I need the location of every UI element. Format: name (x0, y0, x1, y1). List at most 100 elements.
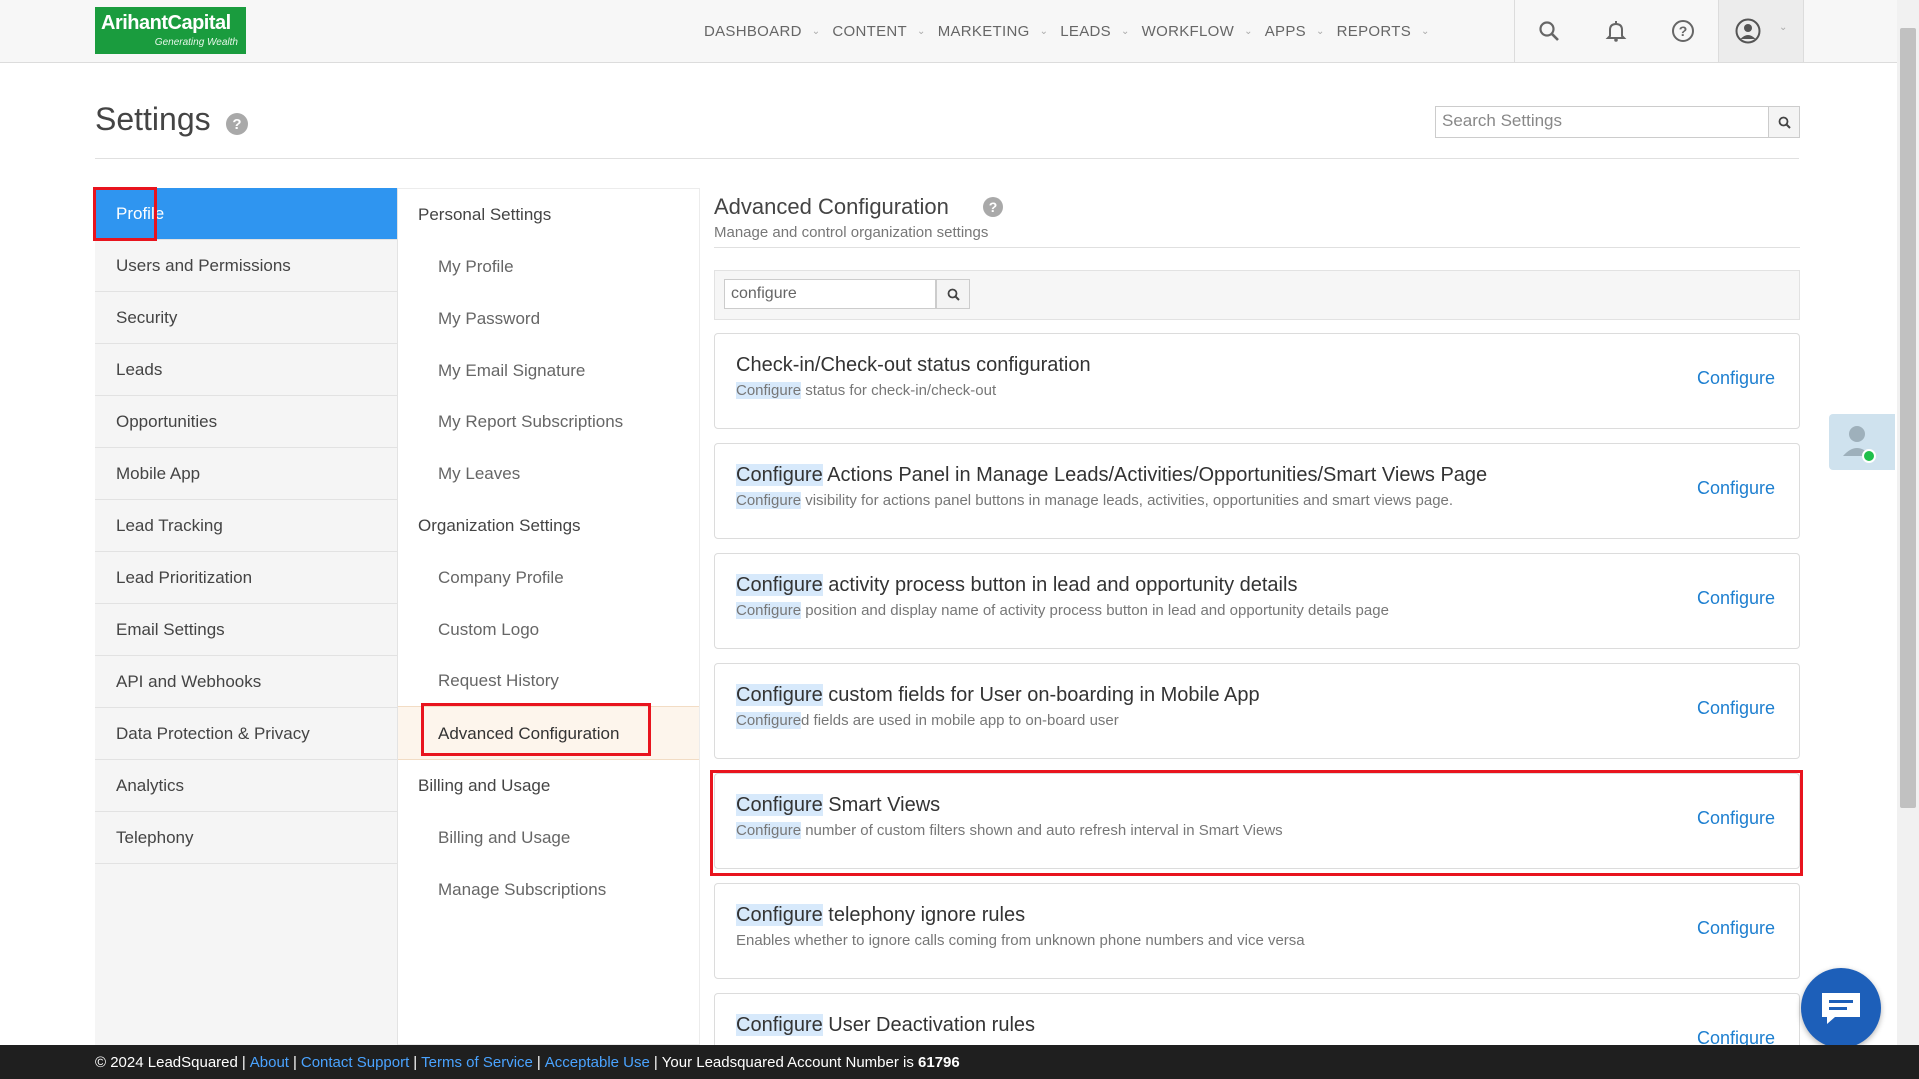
category-api-webhooks[interactable]: API and Webhooks (95, 656, 397, 708)
config-card-title: Configure custom fields for User on-boar… (736, 684, 1260, 707)
desc-text: d fields are used in mobile app to on-bo… (801, 712, 1119, 729)
configure-link[interactable]: Configure (1697, 698, 1775, 719)
filter-bar (714, 270, 1800, 320)
submenu-company-profile[interactable]: Company Profile (438, 568, 564, 588)
config-card-title: Configure Smart Views (736, 794, 940, 817)
footer-link-contact-support[interactable]: Contact Support (301, 1054, 409, 1071)
config-card-description: Configure status for check-in/check-out (736, 382, 996, 399)
nav-workflow[interactable]: WORKFLOW ⌄ (1142, 23, 1253, 40)
category-lead-prioritization[interactable]: Lead Prioritization (95, 552, 397, 604)
nav-divider (1514, 0, 1515, 62)
title-text: Smart Views (822, 794, 941, 816)
submenu-report-subscriptions[interactable]: My Report Subscriptions (438, 412, 623, 432)
page-scrollbar[interactable] (1897, 0, 1919, 1045)
desc-text: number of custom filters shown and auto … (801, 822, 1283, 839)
settings-search-input[interactable] (1436, 107, 1772, 135)
category-opportunities[interactable]: Opportunities (95, 396, 397, 448)
desc-highlight: Configure (736, 492, 802, 509)
help-icon[interactable]: ? (1666, 14, 1700, 48)
title-text: custom fields for User on-boarding in Mo… (822, 684, 1260, 706)
footer-separator: | (413, 1053, 418, 1071)
desc-highlight: Configure (736, 602, 802, 619)
billing-usage-heading: Billing and Usage (418, 776, 551, 795)
category-email-settings[interactable]: Email Settings (95, 604, 397, 656)
desc-highlight: Configure (736, 382, 802, 399)
submenu-custom-logo[interactable]: Custom Logo (438, 620, 539, 640)
config-filter-input[interactable] (724, 279, 936, 309)
settings-help-icon[interactable]: ? (226, 113, 248, 135)
nav-marketing[interactable]: MARKETING ⌄ (938, 23, 1049, 40)
nav-reports[interactable]: REPORTS ⌄ (1337, 23, 1430, 40)
title-text: telephony ignore rules (822, 904, 1026, 926)
category-users-permissions[interactable]: Users and Permissions (95, 240, 397, 292)
category-data-protection[interactable]: Data Protection & Privacy (95, 708, 397, 760)
submenu-my-profile[interactable]: My Profile (438, 257, 514, 277)
config-card: Configure activity process button in lea… (714, 553, 1800, 649)
notification-bell-icon[interactable] (1599, 14, 1633, 48)
nav-label: MARKETING (937, 22, 1030, 40)
section-help-icon[interactable]: ? (983, 197, 1003, 217)
title-highlight: Configure (736, 574, 823, 596)
brand-logo[interactable]: ArihantCapital Generating Wealth (95, 7, 246, 54)
category-mobile-app[interactable]: Mobile App (95, 448, 397, 500)
nav-label: LEADS (1060, 22, 1111, 40)
nav-apps[interactable]: APPS ⌄ (1265, 23, 1325, 40)
submenu-my-password[interactable]: My Password (438, 309, 540, 329)
desc-text: Enables whether to ignore calls coming f… (736, 932, 1305, 949)
svg-text:?: ? (1679, 23, 1688, 39)
nav-content[interactable]: CONTENT ⌄ (832, 23, 925, 40)
category-leads[interactable]: Leads (95, 344, 397, 396)
main-nav: DASHBOARD ⌄ CONTENT ⌄ MARKETING ⌄ LEADS ⌄ WO… (704, 0, 1442, 62)
configure-link[interactable]: Configure (1697, 918, 1775, 939)
chevron-down-icon: ⌄ (1315, 25, 1325, 37)
nav-label: APPS (1264, 22, 1306, 40)
category-telephony[interactable]: Telephony (95, 812, 397, 864)
submenu-advanced-configuration[interactable]: Advanced Configuration (438, 724, 619, 744)
configure-link[interactable]: Configure (1697, 478, 1775, 499)
category-analytics[interactable]: Analytics (95, 760, 397, 812)
desc-highlight: Configure (736, 712, 802, 729)
user-menu[interactable]: ⌄ (1718, 0, 1804, 62)
nav-label: REPORTS (1336, 22, 1412, 40)
submenu-email-signature[interactable]: My Email Signature (438, 361, 585, 381)
configure-link[interactable]: Configure (1697, 808, 1775, 829)
user-avatar-icon (1735, 18, 1761, 49)
settings-search-button[interactable] (1768, 107, 1799, 137)
category-lead-tracking[interactable]: Lead Tracking (95, 500, 397, 552)
nav-leads[interactable]: LEADS ⌄ (1060, 23, 1129, 40)
chevron-down-icon: ⌄ (1779, 22, 1788, 33)
config-card: Configure Smart Views Configure number o… (714, 773, 1800, 869)
config-card-description: Configured fields are used in mobile app… (736, 712, 1119, 729)
top-navbar: ArihantCapital Generating Wealth DASHBOA… (0, 0, 1897, 63)
footer-link-acceptable-use[interactable]: Acceptable Use (545, 1054, 650, 1071)
config-filter-button[interactable] (936, 279, 970, 309)
configure-link[interactable]: Configure (1697, 368, 1775, 389)
nav-dashboard[interactable]: DASHBOARD ⌄ (704, 23, 820, 40)
footer-separator: | (241, 1053, 246, 1071)
category-profile[interactable]: Profile (95, 188, 397, 240)
chat-button[interactable] (1801, 968, 1881, 1048)
submenu-request-history[interactable]: Request History (438, 671, 559, 691)
configure-link[interactable]: Configure (1697, 1028, 1775, 1045)
settings-search (1435, 106, 1800, 138)
submenu-my-leaves[interactable]: My Leaves (438, 464, 520, 484)
footer-separator: | (292, 1053, 297, 1071)
chat-bubble-icon (1822, 993, 1860, 1024)
category-security[interactable]: Security (95, 292, 397, 344)
footer-copyright: © 2024 LeadSquared (95, 1053, 238, 1071)
chevron-down-icon: ⌄ (1421, 25, 1430, 37)
config-card: Check-in/Check-out status configuration … (714, 333, 1800, 429)
search-icon[interactable] (1532, 14, 1566, 48)
submenu-manage-subscriptions[interactable]: Manage Subscriptions (438, 880, 606, 900)
footer-account-text: Your Leadsquared Account Number is (661, 1053, 914, 1071)
side-agent-widget[interactable] (1829, 414, 1895, 470)
submenu-billing-usage[interactable]: Billing and Usage (438, 828, 570, 848)
configure-link[interactable]: Configure (1697, 588, 1775, 609)
footer-link-about[interactable]: About (250, 1054, 289, 1071)
search-icon (1778, 116, 1791, 129)
config-list: Check-in/Check-out status configuration … (714, 333, 1800, 1045)
footer-link-terms[interactable]: Terms of Service (421, 1054, 533, 1071)
scrollbar-thumb[interactable] (1900, 28, 1916, 808)
config-card-description: Configure number of custom filters shown… (736, 822, 1283, 839)
title-text: activity process button in lead and oppo… (822, 574, 1298, 596)
